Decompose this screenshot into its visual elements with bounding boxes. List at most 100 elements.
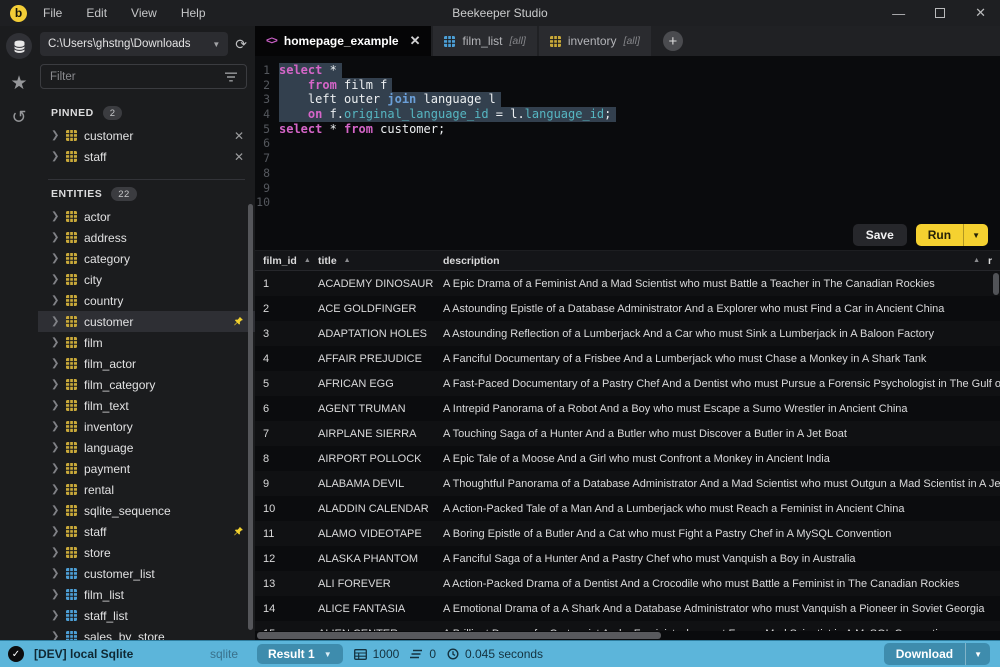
cell-description[interactable]: A Epic Drama of a Feminist And a Mad Sci… — [435, 278, 1000, 290]
filter-input[interactable] — [50, 71, 219, 83]
cell-film-id[interactable]: 5 — [255, 378, 310, 390]
menu-edit[interactable]: Edit — [86, 6, 107, 20]
sidebar-item-sales_by_store[interactable]: ❯sales_by_store — [38, 626, 255, 640]
chevron-right-icon[interactable]: ❯ — [51, 505, 59, 516]
table-row[interactable]: 8AIRPORT POLLOCKA Epic Tale of a Moose A… — [255, 446, 1000, 471]
cell-film-id[interactable]: 14 — [255, 603, 310, 615]
chevron-right-icon[interactable]: ❯ — [51, 568, 59, 579]
cell-film-id[interactable]: 4 — [255, 353, 310, 365]
editor-line[interactable]: 4 on f.original_language_id = l.language… — [255, 107, 1000, 122]
cell-film-id[interactable]: 13 — [255, 578, 310, 590]
cell-description[interactable]: A Boring Epistle of a Butler And a Cat w… — [435, 528, 1000, 540]
save-button[interactable]: Save — [853, 224, 907, 246]
download-button[interactable]: Download ▼ — [884, 643, 990, 665]
cell-title[interactable]: ALAMO VIDEOTAPE — [310, 528, 435, 540]
sidebar-item-inventory[interactable]: ❯inventory — [38, 416, 255, 437]
editor-line[interactable]: 10 — [255, 195, 1000, 210]
sidebar-item-sqlite_sequence[interactable]: ❯sqlite_sequence — [38, 500, 255, 521]
favorites-star-icon[interactable]: ★ — [10, 74, 27, 93]
chevron-right-icon[interactable]: ❯ — [51, 295, 59, 306]
sql-editor[interactable]: 1select *2 from film f3 left outer join … — [255, 56, 1000, 220]
sort-asc-icon[interactable]: ▲ — [973, 257, 980, 264]
run-options-caret-icon[interactable]: ▼ — [964, 227, 988, 244]
editor-line[interactable]: 6 — [255, 136, 1000, 151]
table-row[interactable]: 11ALAMO VIDEOTAPEA Boring Epistle of a B… — [255, 521, 1000, 546]
sidebar-item-film[interactable]: ❯film — [38, 332, 255, 353]
column-header-partial[interactable]: r — [988, 255, 1000, 267]
menu-file[interactable]: File — [43, 6, 62, 20]
chevron-right-icon[interactable]: ❯ — [51, 379, 59, 390]
sidebar-item-actor[interactable]: ❯actor — [38, 206, 255, 227]
cell-description[interactable]: A Epic Tale of a Moose And a Girl who mu… — [435, 453, 1000, 465]
sort-asc-icon[interactable]: ▲ — [344, 257, 351, 264]
chevron-right-icon[interactable]: ❯ — [51, 589, 59, 600]
editor-line[interactable]: 3 left outer join language l — [255, 92, 1000, 107]
cell-description[interactable]: A Thoughtful Panorama of a Database Admi… — [435, 478, 1000, 490]
close-icon[interactable]: ✕ — [975, 5, 986, 21]
cell-film-id[interactable]: 12 — [255, 553, 310, 565]
cell-description[interactable]: A Action-Packed Drama of a Dentist And a… — [435, 578, 1000, 590]
cell-title[interactable]: ACADEMY DINOSAUR — [310, 278, 435, 290]
chevron-right-icon[interactable]: ❯ — [51, 610, 59, 621]
chevron-right-icon[interactable]: ❯ — [51, 442, 59, 453]
connection-select[interactable]: C:\Users\ghstng\Downloads ▼ — [40, 32, 228, 56]
cell-title[interactable]: ALICE FANTASIA — [310, 603, 435, 615]
cell-description[interactable]: A Intrepid Panorama of a Robot And a Boy… — [435, 403, 1000, 415]
table-row[interactable]: 10ALADDIN CALENDARA Action-Packed Tale o… — [255, 496, 1000, 521]
sidebar-item-address[interactable]: ❯address — [38, 227, 255, 248]
editor-line[interactable]: 8 — [255, 166, 1000, 181]
cell-description[interactable]: A Touching Saga of a Hunter And a Butler… — [435, 428, 1000, 440]
sidebar-item-language[interactable]: ❯language — [38, 437, 255, 458]
cell-description[interactable]: A Fast-Paced Documentary of a Pastry Che… — [435, 378, 1000, 390]
filter-icon[interactable] — [225, 72, 237, 82]
cell-title[interactable]: AFRICAN EGG — [310, 378, 435, 390]
sidebar-item-country[interactable]: ❯country — [38, 290, 255, 311]
cell-film-id[interactable]: 3 — [255, 328, 310, 340]
cell-description[interactable]: A Fanciful Saga of a Hunter And a Pastry… — [435, 553, 1000, 565]
sidebar-item-rental[interactable]: ❯rental — [38, 479, 255, 500]
chevron-right-icon[interactable]: ❯ — [51, 526, 59, 537]
chevron-right-icon[interactable]: ❯ — [51, 484, 59, 495]
history-icon[interactable]: ↺ — [11, 108, 26, 126]
table-row[interactable]: 1ACADEMY DINOSAURA Epic Drama of a Femin… — [255, 271, 1000, 296]
cell-description[interactable]: A Action-Packed Tale of a Man And a Lumb… — [435, 503, 1000, 515]
download-options-caret-icon[interactable]: ▼ — [966, 646, 990, 663]
table-row[interactable]: 13ALI FOREVERA Action-Packed Drama of a … — [255, 571, 1000, 596]
column-header-film_id[interactable]: film_id▲ — [255, 255, 310, 267]
cell-description[interactable]: A Astounding Reflection of a Lumberjack … — [435, 328, 1000, 340]
table-row[interactable]: 14ALICE FANTASIAA Emotional Drama of a A… — [255, 596, 1000, 621]
result-selector[interactable]: Result 1 ▼ — [257, 644, 343, 664]
column-header-title[interactable]: title▲ — [310, 255, 435, 267]
chevron-right-icon[interactable]: ❯ — [51, 631, 59, 640]
cell-film-id[interactable]: 8 — [255, 453, 310, 465]
sidebar-item-staff[interactable]: ❯staff — [38, 521, 255, 542]
cell-title[interactable]: ALASKA PHANTOM — [310, 553, 435, 565]
cell-description[interactable]: A Emotional Drama of a A Shark And a Dat… — [435, 603, 1000, 615]
sidebar-item-film_list[interactable]: ❯film_list — [38, 584, 255, 605]
sidebar-item-store[interactable]: ❯store — [38, 542, 255, 563]
editor-line[interactable]: 1select * — [255, 63, 1000, 78]
sidebar-item-customer[interactable]: ❯customer✕ — [38, 125, 255, 146]
table-row[interactable]: 12ALASKA PHANTOMA Fanciful Saga of a Hun… — [255, 546, 1000, 571]
table-row[interactable]: 7AIRPLANE SIERRAA Touching Saga of a Hun… — [255, 421, 1000, 446]
sidebar-scrollbar[interactable] — [248, 204, 253, 630]
sidebar-item-payment[interactable]: ❯payment — [38, 458, 255, 479]
cell-title[interactable]: ACE GOLDFINGER — [310, 303, 435, 315]
editor-line[interactable]: 7 — [255, 151, 1000, 166]
sidebar-item-customer[interactable]: ❯customer — [38, 311, 255, 332]
chevron-right-icon[interactable]: ❯ — [51, 253, 59, 264]
chevron-right-icon[interactable]: ❯ — [51, 130, 59, 141]
cell-description[interactable]: A Astounding Epistle of a Database Admin… — [435, 303, 1000, 315]
tab-close-icon[interactable]: ✕ — [410, 33, 421, 49]
download-button-label[interactable]: Download — [884, 643, 966, 665]
sidebar-item-staff[interactable]: ❯staff✕ — [38, 146, 255, 167]
sidebar-item-film_actor[interactable]: ❯film_actor — [38, 353, 255, 374]
chevron-right-icon[interactable]: ❯ — [51, 274, 59, 285]
cell-film-id[interactable]: 10 — [255, 503, 310, 515]
cell-title[interactable]: ALI FOREVER — [310, 578, 435, 590]
chevron-right-icon[interactable]: ❯ — [51, 337, 59, 348]
run-button-label[interactable]: Run — [916, 224, 964, 246]
menu-view[interactable]: View — [131, 6, 157, 20]
tab-homepage_example[interactable]: <>homepage_example✕ — [255, 26, 431, 56]
sidebar-item-city[interactable]: ❯city — [38, 269, 255, 290]
